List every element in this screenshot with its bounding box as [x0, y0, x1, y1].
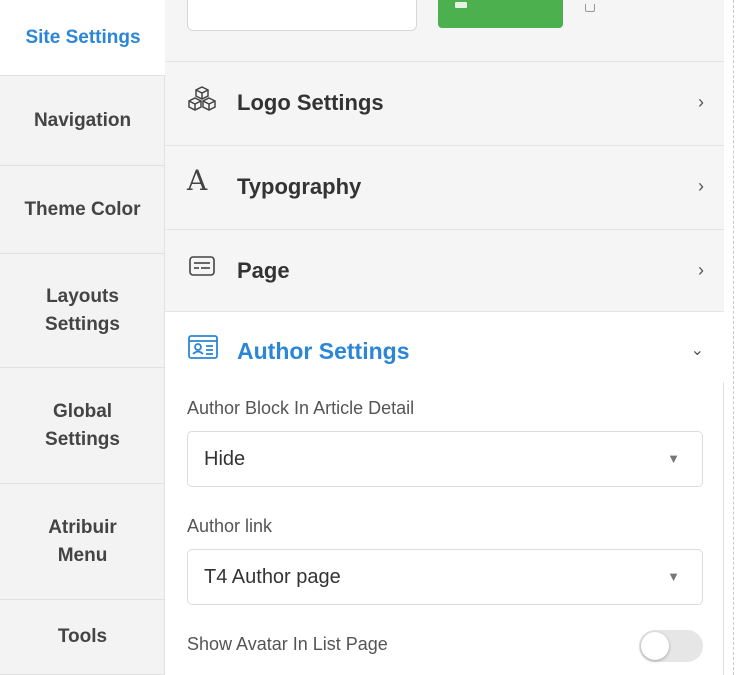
panel-divider — [733, 0, 734, 675]
chevron-right-icon: › — [698, 176, 704, 196]
section-label: Logo Settings — [237, 90, 384, 115]
section-author-settings[interactable]: Author Settings ⌄ — [165, 312, 724, 382]
section-label: Author Settings — [237, 338, 410, 364]
section-label: Typography — [237, 174, 362, 199]
tab-tools[interactable]: Tools — [0, 600, 165, 675]
author-block-select[interactable]: Hide ▼ — [187, 431, 703, 487]
chevron-right-icon: › — [698, 260, 704, 280]
select-value: Hide — [204, 448, 246, 470]
caret-down-icon: ▼ — [667, 451, 680, 466]
tab-atribuir-menu[interactable]: Atribuir Menu — [0, 484, 165, 600]
id-card-icon — [187, 334, 219, 362]
section-logo-settings[interactable]: Logo Settings › — [165, 62, 724, 146]
settings-panel: Logo Settings › A Typography › Page › Au… — [165, 0, 724, 675]
section-label: Page — [237, 258, 290, 283]
author-link-select[interactable]: T4 Author page ▼ — [187, 549, 703, 605]
chevron-down-icon: ⌄ — [690, 342, 704, 359]
section-typography[interactable]: A Typography › — [165, 146, 724, 230]
author-link-label: Author link — [187, 516, 273, 536]
show-avatar-label: Show Avatar In List Page — [187, 634, 388, 654]
section-page[interactable]: Page › — [165, 230, 724, 312]
author-block-label: Author Block In Article Detail — [187, 398, 415, 418]
show-avatar-toggle[interactable] — [639, 630, 703, 662]
save-icon — [455, 2, 467, 8]
tab-navigation[interactable]: Navigation — [0, 76, 165, 166]
chevron-right-icon: › — [698, 92, 704, 112]
top-text-input[interactable] — [187, 0, 417, 31]
typography-icon: A — [187, 164, 208, 197]
trash-icon[interactable] — [585, 4, 595, 12]
top-controls — [165, 0, 724, 62]
tab-global-settings[interactable]: Global Settings — [0, 368, 165, 484]
page-icon — [187, 252, 217, 282]
select-value: T4 Author page — [204, 566, 341, 588]
tab-layouts-settings[interactable]: Layouts Settings — [0, 254, 165, 368]
tab-theme-color[interactable]: Theme Color — [0, 166, 165, 254]
caret-down-icon: ▼ — [667, 569, 680, 584]
toggle-knob — [641, 632, 669, 660]
settings-tabs: Site Settings Navigation Theme Color Lay… — [0, 0, 166, 675]
tab-site-settings[interactable]: Site Settings — [0, 0, 166, 76]
cubes-icon — [187, 84, 217, 114]
